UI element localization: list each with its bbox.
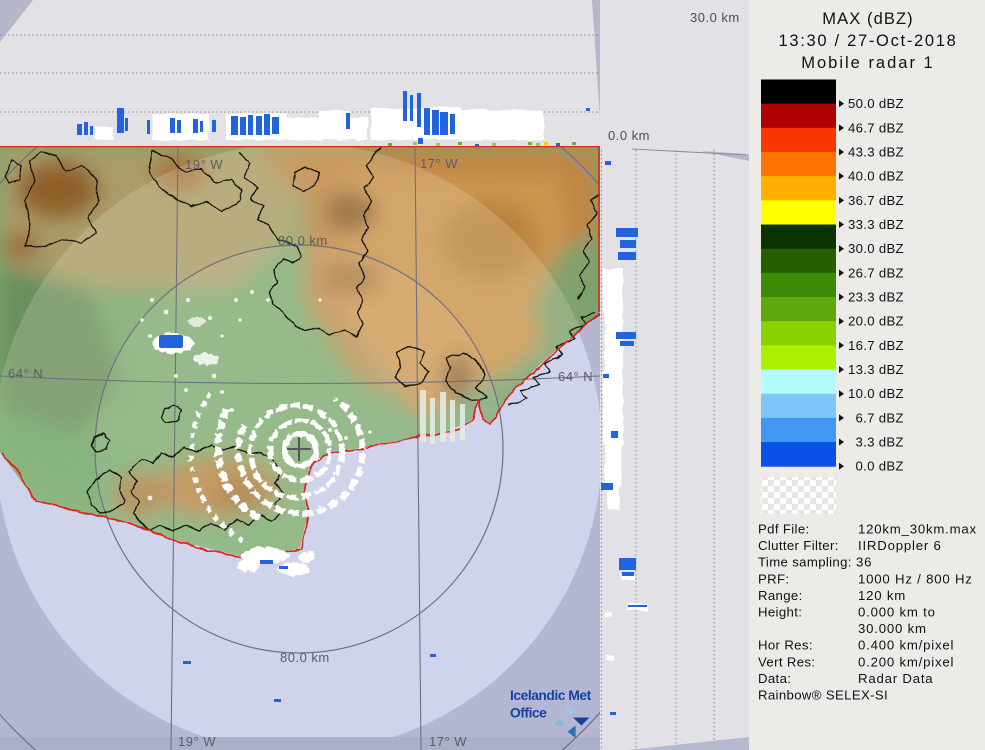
svg-text:0.0 dBZ: 0.0 dBZ (856, 459, 904, 474)
svg-text:33.3 dBZ: 33.3 dBZ (848, 217, 904, 232)
svg-text:IIRDoppler 6: IIRDoppler 6 (858, 538, 942, 553)
svg-text:3.3 dBZ: 3.3 dBZ (856, 435, 904, 450)
svg-text:1000 Hz / 800 Hz: 1000 Hz / 800 Hz (858, 571, 973, 586)
svg-text:Pdf File:: Pdf File: (758, 522, 810, 537)
svg-text:Icelandic Met: Icelandic Met (510, 688, 592, 703)
svg-text:40.0 dBZ: 40.0 dBZ (848, 169, 904, 184)
svg-text:Office: Office (510, 706, 547, 721)
svg-text:80.0 km: 80.0 km (278, 233, 328, 248)
svg-text:120 km: 120 km (858, 588, 906, 603)
svg-text:36: 36 (856, 555, 872, 570)
svg-text:Time sampling:: Time sampling: (758, 555, 852, 570)
svg-text:19° W: 19° W (185, 157, 223, 172)
svg-text:Rainbow® SELEX-SI: Rainbow® SELEX-SI (758, 688, 888, 703)
svg-text:Clutter Filter:: Clutter Filter: (758, 538, 839, 553)
svg-text:26.7 dBZ: 26.7 dBZ (848, 265, 904, 280)
svg-text:10.0 dBZ: 10.0 dBZ (848, 386, 904, 401)
svg-text:0.000 km to: 0.000 km to (858, 605, 936, 620)
svg-text:13.3 dBZ: 13.3 dBZ (848, 362, 904, 377)
svg-text:23.3 dBZ: 23.3 dBZ (848, 290, 904, 305)
svg-text:17° W: 17° W (420, 156, 458, 171)
svg-text:Data:: Data: (758, 671, 791, 686)
svg-text:30.0 dBZ: 30.0 dBZ (848, 241, 904, 256)
svg-text:80.0 km: 80.0 km (280, 650, 330, 665)
svg-text:13:30 / 27-Oct-2018: 13:30 / 27-Oct-2018 (778, 32, 957, 50)
svg-text:0.400 km/pixel: 0.400 km/pixel (858, 638, 954, 653)
svg-text:MAX (dBZ): MAX (dBZ) (822, 10, 914, 28)
svg-text:19° W: 19° W (178, 734, 216, 749)
svg-text:Range:: Range: (758, 588, 803, 603)
svg-text:43.3 dBZ: 43.3 dBZ (848, 145, 904, 160)
svg-text:46.7 dBZ: 46.7 dBZ (848, 120, 904, 135)
svg-text:PRF:: PRF: (758, 571, 789, 586)
svg-text:Hor Res:: Hor Res: (758, 638, 813, 653)
svg-text:17° W: 17° W (429, 734, 467, 749)
svg-text:36.7 dBZ: 36.7 dBZ (848, 193, 904, 208)
svg-text:Mobile radar 1: Mobile radar 1 (801, 54, 934, 72)
svg-text:16.7 dBZ: 16.7 dBZ (848, 338, 904, 353)
svg-text:50.0 dBZ: 50.0 dBZ (848, 96, 904, 111)
svg-text:120km_30km.max: 120km_30km.max (858, 522, 977, 537)
svg-text:Height:: Height: (758, 605, 802, 620)
svg-text:30.0 km: 30.0 km (690, 10, 740, 25)
svg-text:6.7 dBZ: 6.7 dBZ (856, 410, 904, 425)
svg-text:Radar Data: Radar Data (858, 671, 933, 686)
svg-text:0.0 km: 0.0 km (608, 128, 650, 143)
svg-text:64° N: 64° N (8, 366, 43, 381)
svg-text:0.200 km/pixel: 0.200 km/pixel (858, 654, 954, 669)
svg-text:30.000 km: 30.000 km (858, 621, 927, 636)
svg-text:20.0 dBZ: 20.0 dBZ (848, 314, 904, 329)
svg-text:Vert Res:: Vert Res: (758, 654, 815, 669)
svg-text:64° N: 64° N (558, 369, 593, 384)
